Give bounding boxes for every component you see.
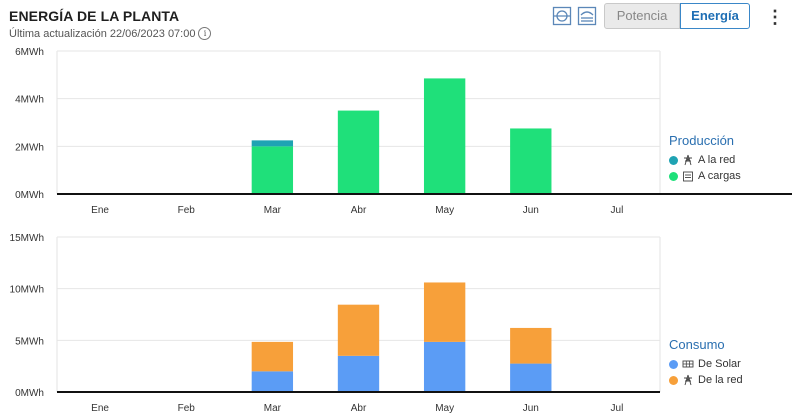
production-y-tick-label: 6MWh (15, 47, 44, 58)
legend-label: De la red (698, 374, 743, 386)
consumption-x-tick-label: Mar (264, 403, 282, 414)
legend-item-de-solar[interactable]: De Solar (669, 356, 743, 372)
production-bar-a-cargas (251, 146, 294, 194)
consumption-y-tick-label: 0MWh (15, 388, 44, 399)
legend-item-a-cargas[interactable]: A cargas (669, 168, 741, 184)
a-cargas-swatch (669, 171, 678, 181)
production-x-tick-label: Jun (523, 205, 539, 216)
legend-consumption-title: Consumo (669, 337, 725, 352)
production-x-tick-label: Mar (264, 205, 282, 216)
legend-label: A cargas (698, 170, 741, 182)
legend-production-title: Producción (669, 133, 735, 148)
consumption-x-tick-label: May (435, 403, 454, 414)
legend-item-a-la-red[interactable]: A la red (669, 152, 741, 168)
production-x-tick-label: May (435, 205, 454, 216)
production-y-tick-label: 2MWh (15, 142, 44, 153)
a-la-red-swatch (669, 155, 678, 165)
production-bar-a-la-red (251, 140, 294, 147)
consumption-y-tick-label: 10MWh (10, 285, 44, 296)
legend-consumption: Consumo De Solar De la red (669, 337, 743, 388)
consumption-x-tick-label: Jun (523, 403, 539, 414)
legend-label: A la red (698, 154, 736, 166)
production-x-tick-label: Feb (178, 205, 196, 216)
solar-panel-icon (682, 360, 694, 368)
consumption-bar-de-solar (251, 371, 294, 392)
production-x-tick-label: Ene (91, 205, 109, 216)
de-solar-swatch (669, 359, 678, 369)
grid-tower-icon (684, 374, 692, 386)
consumption-x-tick-label: Ene (91, 403, 109, 414)
legend-production: Producción A la red A cargas (669, 133, 741, 184)
consumption-bar-de-la-red (251, 341, 294, 372)
production-x-tick-label: Abr (351, 205, 367, 216)
production-bar-a-cargas (337, 110, 380, 194)
grid-tower-icon (684, 154, 692, 166)
consumption-x-tick-label: Abr (351, 403, 367, 414)
production-x-tick-label: Jul (611, 205, 624, 216)
de-la-red-swatch (669, 375, 678, 385)
consumption-x-tick-label: Jul (611, 403, 624, 414)
consumption-x-tick-label: Feb (178, 403, 196, 414)
production-y-tick-label: 0MWh (15, 190, 44, 201)
consumption-bar-de-la-red (510, 327, 552, 364)
consumption-y-tick-label: 15MWh (10, 233, 44, 244)
consumption-bar-de-la-red (337, 304, 380, 356)
consumption-y-tick-label: 5MWh (15, 336, 44, 347)
production-bar-a-cargas (510, 128, 552, 194)
consumption-bar-de-la-red (423, 282, 466, 342)
consumption-bar-de-solar (510, 363, 552, 392)
legend-label: De Solar (698, 358, 741, 370)
production-y-tick-label: 4MWh (15, 95, 44, 106)
legend-item-de-la-red[interactable]: De la red (669, 372, 743, 388)
production-bar-a-cargas (423, 78, 466, 194)
consumption-bar-de-solar (337, 355, 380, 392)
building-icon (683, 171, 693, 182)
consumption-bar-de-solar (423, 341, 466, 392)
